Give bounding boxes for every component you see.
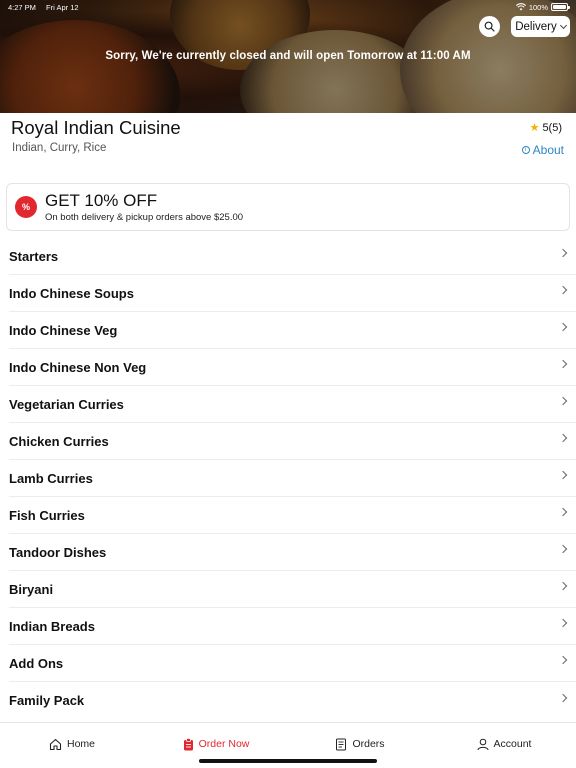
menu-category-item[interactable]: Tandoor Dishes xyxy=(9,534,576,571)
restaurant-rating: ★ 5(5) xyxy=(529,121,562,135)
menu-category-item[interactable]: Starters xyxy=(9,238,576,275)
status-bar: 4:27 PM Fri Apr 12 100% xyxy=(0,0,576,14)
menu-category-label: Indo Chinese Soups xyxy=(9,285,134,301)
menu-category-label: Biryani xyxy=(9,581,54,597)
chevron-right-icon xyxy=(558,544,568,554)
menu-category-list: Starters Indo Chinese Soups Indo Chinese… xyxy=(0,238,576,719)
status-right: 100% xyxy=(515,2,570,12)
nav-home[interactable]: Home xyxy=(0,723,144,765)
home-icon xyxy=(49,738,62,750)
chevron-right-icon xyxy=(558,396,568,406)
menu-category-label: Chicken Curries xyxy=(9,433,109,449)
offer-subtitle: On both delivery & pickup orders above $… xyxy=(45,211,244,223)
chevron-right-icon xyxy=(558,359,568,369)
menu-category-item[interactable]: Fish Curries xyxy=(9,497,576,534)
chevron-right-icon xyxy=(558,433,568,443)
menu-category-item[interactable]: Indo Chinese Non Veg xyxy=(9,349,576,386)
chevron-right-icon xyxy=(558,693,568,702)
chevron-right-icon xyxy=(558,655,568,665)
nav-orders-label: Orders xyxy=(352,738,385,750)
status-date: Fri Apr 12 xyxy=(46,2,79,12)
menu-category-label: Starters xyxy=(9,248,59,264)
chevron-right-icon xyxy=(558,470,568,480)
closed-message: Sorry, We're currently closed and will o… xyxy=(105,50,471,62)
menu-category-item[interactable]: Biryani xyxy=(9,571,576,608)
offer-title: GET 10% OFF xyxy=(45,190,158,210)
menu-category-item[interactable]: Lamb Curries xyxy=(9,460,576,497)
menu-category-label: Lamb Curries xyxy=(9,470,93,486)
menu-category-item[interactable]: Indo Chinese Veg xyxy=(9,312,576,349)
menu-category-label: Add Ons xyxy=(9,655,64,671)
chevron-right-icon xyxy=(558,618,568,628)
nav-account[interactable]: Account xyxy=(432,723,576,765)
menu-category-item[interactable]: Indo Chinese Soups xyxy=(9,275,576,312)
chevron-right-icon xyxy=(558,581,568,591)
menu-category-label: Vegetarian Curries xyxy=(9,396,124,412)
menu-category-label: Fish Curries xyxy=(9,507,85,523)
order-mode-label: Delivery xyxy=(515,20,557,33)
menu-category-label: Family Pack xyxy=(9,693,85,708)
restaurant-name: Royal Indian Cuisine xyxy=(11,117,181,138)
offer-card[interactable]: % GET 10% OFF On both delivery & pickup … xyxy=(6,183,570,231)
home-indicator xyxy=(199,759,377,763)
star-icon: ★ xyxy=(529,122,540,134)
wifi-icon xyxy=(515,3,526,11)
search-button[interactable] xyxy=(479,16,500,37)
chevron-right-icon xyxy=(558,248,568,258)
discount-badge-icon: % xyxy=(15,196,37,218)
menu-category-item[interactable]: Family Pack xyxy=(9,682,576,719)
order-icon xyxy=(183,737,193,750)
menu-category-item[interactable]: Add Ons xyxy=(9,645,576,682)
discount-badge-symbol: % xyxy=(21,202,30,212)
receipt-icon xyxy=(336,738,347,750)
menu-category-label: Indian Breads xyxy=(9,618,95,634)
person-icon xyxy=(477,738,489,750)
about-label: About xyxy=(532,143,564,157)
chevron-right-icon xyxy=(558,507,568,517)
offer-text: GET 10% OFF On both delivery & pickup or… xyxy=(45,190,244,223)
battery-percent: 100% xyxy=(528,2,548,12)
menu-category-item[interactable]: Chicken Curries xyxy=(9,423,576,460)
menu-category-label: Indo Chinese Non Veg xyxy=(9,359,147,375)
menu-category-item[interactable]: Vegetarian Curries xyxy=(9,386,576,423)
rating-value: 5(5) xyxy=(542,121,562,134)
info-icon: i xyxy=(521,146,530,154)
battery-icon xyxy=(551,3,570,11)
status-left: 4:27 PM Fri Apr 12 xyxy=(8,3,87,12)
nav-order-now-label: Order Now xyxy=(198,738,250,750)
about-link[interactable]: i About xyxy=(521,143,564,157)
nav-home-label: Home xyxy=(66,738,95,750)
restaurant-cuisines: Indian, Curry, Rice xyxy=(12,142,107,154)
chevron-down-icon xyxy=(559,21,567,29)
chevron-right-icon xyxy=(558,322,568,332)
status-time: 4:27 PM xyxy=(8,2,36,12)
hero-banner: Sorry, We're currently closed and will o… xyxy=(0,0,576,113)
nav-account-label: Account xyxy=(493,738,532,750)
chevron-right-icon xyxy=(558,285,568,295)
menu-category-item[interactable]: Indian Breads xyxy=(9,608,576,645)
menu-category-label: Tandoor Dishes xyxy=(9,544,107,560)
menu-category-label: Indo Chinese Veg xyxy=(9,322,118,338)
search-icon xyxy=(484,21,495,32)
order-mode-dropdown[interactable]: Delivery xyxy=(511,16,570,37)
